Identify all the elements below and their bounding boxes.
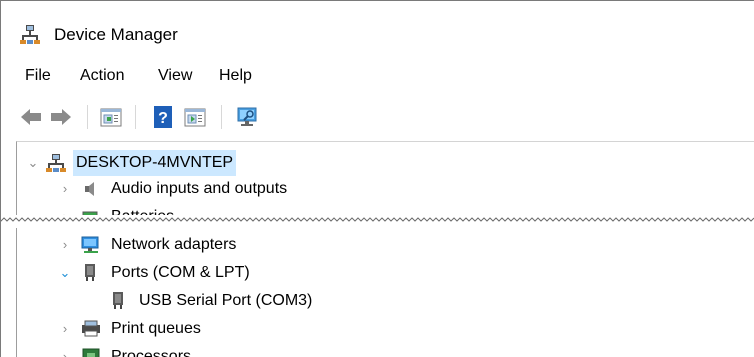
chevron-down-icon[interactable]: ⌄	[59, 260, 71, 286]
speaker-icon	[81, 180, 101, 198]
menu-help[interactable]: Help	[219, 67, 252, 85]
torn-edge-divider	[1, 215, 754, 228]
tree-label: Ports (COM & LPT)	[111, 264, 250, 281]
svg-text:?: ?	[158, 110, 168, 127]
tree-node-print-queues[interactable]: › Print queues	[59, 316, 459, 342]
title-bar[interactable]: Device Manager	[1, 1, 754, 59]
tree-node-audio[interactable]: › Audio inputs and outputs	[59, 176, 459, 202]
toolbar: ?	[1, 97, 754, 137]
update-driver-icon[interactable]	[183, 105, 207, 129]
device-tree: ⌄ DESKTOP-4MVNTEP › Audio inputs and out…	[16, 141, 754, 357]
toolbar-separator	[221, 105, 222, 129]
chevron-right-icon[interactable]: ›	[59, 316, 71, 342]
menu-view[interactable]: View	[158, 67, 192, 85]
processor-icon	[81, 348, 101, 357]
computer-icon	[46, 154, 66, 172]
device-manager-icon	[20, 24, 40, 44]
properties-sheet-icon[interactable]	[99, 105, 123, 129]
toolbar-separator	[135, 105, 136, 129]
network-adapter-icon	[81, 236, 101, 254]
tree-label: Print queues	[111, 320, 201, 337]
scan-monitor-icon[interactable]	[235, 105, 259, 129]
chevron-right-icon[interactable]: ›	[59, 344, 71, 357]
port-icon	[109, 292, 129, 310]
tree-node-processors[interactable]: › Processors	[59, 344, 459, 357]
help-question-icon[interactable]: ?	[151, 105, 175, 129]
tree-label: USB Serial Port (COM3)	[139, 292, 313, 309]
tree-label: Network adapters	[111, 236, 237, 253]
forward-arrow-icon[interactable]	[49, 105, 73, 129]
chevron-down-icon[interactable]: ⌄	[27, 150, 39, 176]
tree-node-usb-serial-port[interactable]: USB Serial Port (COM3)	[109, 288, 509, 314]
computer-name[interactable]: DESKTOP-4MVNTEP	[73, 150, 237, 176]
window-title: Device Manager	[54, 25, 178, 44]
printer-icon	[81, 320, 101, 338]
tree-node-ports[interactable]: ⌄ Ports (COM & LPT)	[59, 260, 459, 286]
tree-label: Processors	[111, 348, 192, 357]
tree-root-node[interactable]: ⌄ DESKTOP-4MVNTEP	[27, 150, 427, 176]
port-icon	[81, 264, 101, 282]
chevron-right-icon[interactable]: ›	[59, 176, 71, 202]
menu-file[interactable]: File	[25, 67, 51, 85]
back-arrow-icon[interactable]	[19, 105, 43, 129]
device-manager-window: Device Manager File Action View Help ? ⌄…	[0, 0, 754, 357]
menu-bar: File Action View Help	[1, 63, 754, 91]
tree-label: Audio inputs and outputs	[111, 180, 288, 197]
chevron-right-icon[interactable]: ›	[59, 232, 71, 258]
tree-node-network[interactable]: › Network adapters	[59, 232, 459, 258]
menu-action[interactable]: Action	[80, 67, 124, 85]
toolbar-separator	[87, 105, 88, 129]
